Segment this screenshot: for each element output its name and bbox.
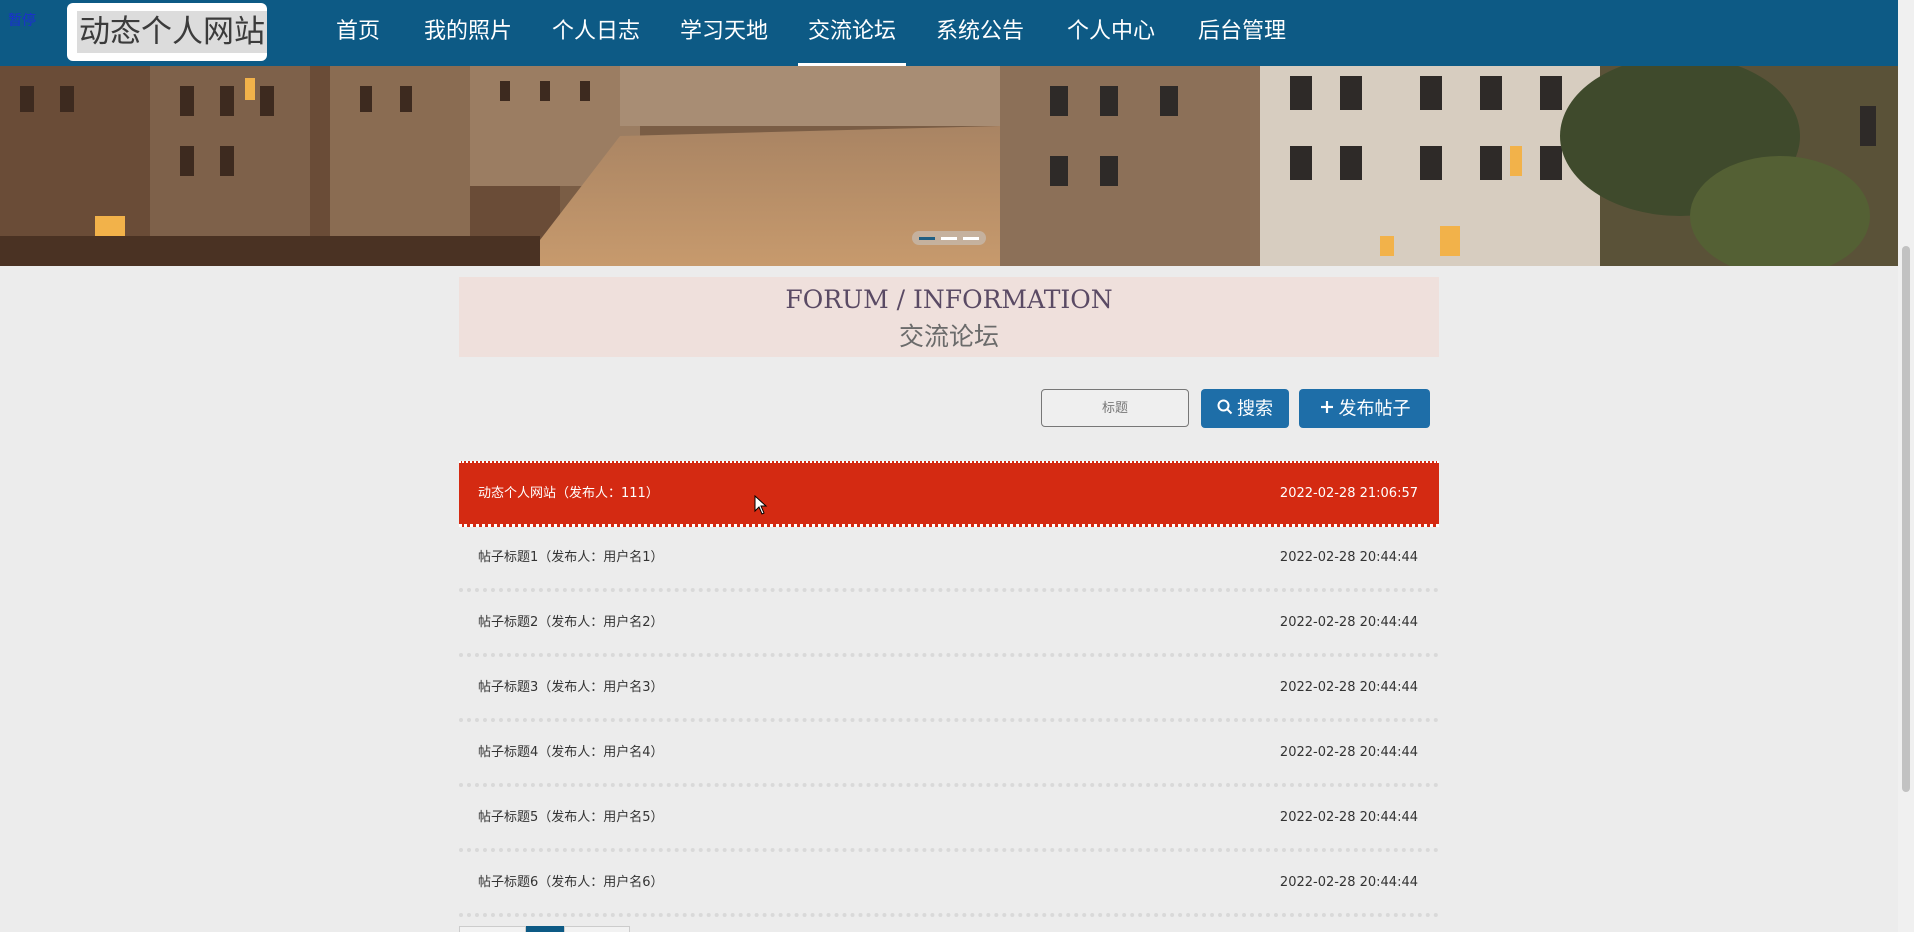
forum-post-row[interactable]: 帖子标题3（发布人：用户名3） 2022-02-28 20:44:44: [459, 657, 1439, 722]
pager-page-current[interactable]: [526, 926, 564, 932]
carousel-indicators: [912, 231, 986, 245]
forum-post-row[interactable]: 动态个人网站（发布人：111） 2022-02-28 21:06:57: [459, 461, 1439, 527]
post-date: 2022-02-28 20:44:44: [1279, 680, 1418, 695]
section-title-en: FORUM / INFORMATION: [785, 285, 1113, 314]
page-scrollbar[interactable]: [1898, 0, 1914, 932]
pager-prev[interactable]: [459, 926, 526, 932]
search-button[interactable]: 搜索: [1201, 389, 1289, 428]
nav-item-notices[interactable]: 系统公告: [936, 0, 1024, 66]
post-date: 2022-02-28 20:44:44: [1279, 615, 1418, 630]
post-date: 2022-02-28 21:06:57: [1279, 486, 1418, 501]
post-date: 2022-02-28 20:44:44: [1279, 745, 1418, 760]
forum-post-row[interactable]: 帖子标题2（发布人：用户名2） 2022-02-28 20:44:44: [459, 592, 1439, 657]
post-title[interactable]: 帖子标题2（发布人：用户名2）: [478, 592, 664, 653]
post-title[interactable]: 帖子标题1（发布人：用户名1）: [478, 527, 664, 588]
section-title-block: FORUM / INFORMATION 交流论坛: [459, 277, 1439, 357]
new-post-button[interactable]: 发布帖子: [1299, 389, 1430, 428]
carousel-dot-3[interactable]: [963, 237, 979, 240]
forum-post-row[interactable]: 帖子标题4（发布人：用户名4） 2022-02-28 20:44:44: [459, 722, 1439, 787]
post-title[interactable]: 帖子标题3（发布人：用户名3）: [478, 657, 664, 718]
nav-item-study[interactable]: 学习天地: [680, 0, 768, 66]
post-title[interactable]: 帖子标题5（发布人：用户名5）: [478, 787, 664, 848]
carousel-dot-2[interactable]: [941, 237, 957, 240]
post-title[interactable]: 帖子标题4（发布人：用户名4）: [478, 722, 664, 783]
top-nav-bar: 暂停 动态个人网站 首页 我的照片 个人日志 学习天地 交流论坛 系统公告 个人…: [0, 0, 1914, 66]
forum-post-row[interactable]: 帖子标题1（发布人：用户名1） 2022-02-28 20:44:44: [459, 527, 1439, 592]
forum-post-row[interactable]: 帖子标题6（发布人：用户名6） 2022-02-28 20:44:44: [459, 852, 1439, 917]
mouse-cursor-icon: [754, 494, 768, 519]
nav-item-diary[interactable]: 个人日志: [552, 0, 640, 66]
banner-carousel[interactable]: [0, 66, 1898, 266]
title-search-input[interactable]: [1041, 389, 1189, 427]
nav-item-forum[interactable]: 交流论坛: [797, 0, 907, 66]
new-post-button-label: 发布帖子: [1338, 398, 1411, 420]
search-icon: [1217, 390, 1233, 429]
post-date: 2022-02-28 20:44:44: [1279, 550, 1418, 565]
site-logo-text: 动态个人网站: [77, 11, 267, 53]
pager-next[interactable]: [564, 926, 630, 932]
forum-post-list: 动态个人网站（发布人：111） 2022-02-28 21:06:57 帖子标题…: [459, 461, 1439, 917]
search-button-label: 搜索: [1237, 398, 1273, 420]
forum-post-row[interactable]: 帖子标题5（发布人：用户名5） 2022-02-28 20:44:44: [459, 787, 1439, 852]
section-title-cn: 交流论坛: [898, 322, 999, 351]
post-date: 2022-02-28 20:44:44: [1279, 875, 1418, 890]
nav-item-user-center[interactable]: 个人中心: [1067, 0, 1155, 66]
pause-label[interactable]: 暂停: [8, 10, 36, 30]
nav-item-admin[interactable]: 后台管理: [1198, 0, 1286, 66]
scrollbar-thumb[interactable]: [1902, 246, 1910, 792]
post-title[interactable]: 动态个人网站（发布人：111）: [478, 463, 659, 524]
page: 暂停 动态个人网站 首页 我的照片 个人日志 学习天地 交流论坛 系统公告 个人…: [0, 0, 1914, 932]
site-logo[interactable]: 动态个人网站: [67, 3, 267, 61]
carousel-dot-1[interactable]: [919, 237, 935, 240]
nav-item-photos[interactable]: 我的照片: [424, 0, 512, 66]
nav-item-home[interactable]: 首页: [336, 0, 380, 66]
plus-icon: [1319, 390, 1335, 429]
post-title[interactable]: 帖子标题6（发布人：用户名6）: [478, 852, 664, 913]
post-date: 2022-02-28 20:44:44: [1279, 810, 1418, 825]
